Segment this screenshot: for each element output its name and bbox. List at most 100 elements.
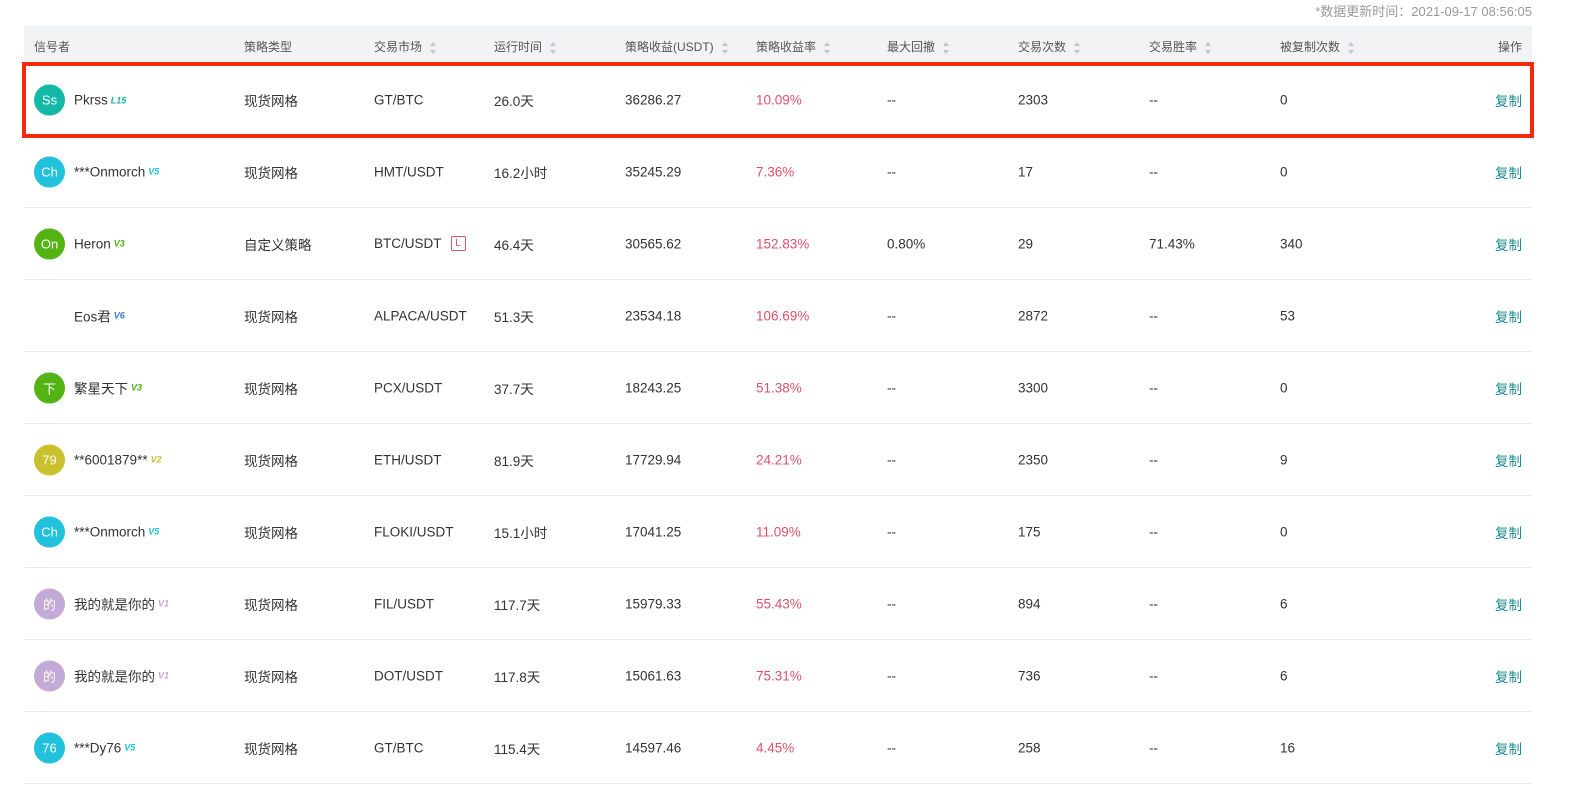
profit-rate: 10.09% [756, 92, 802, 108]
signaler-name[interactable]: 我的就是你的 [74, 594, 155, 614]
header-copied-label: 被复制次数 [1280, 40, 1341, 54]
header-trades[interactable]: 交易次数 [1018, 38, 1081, 55]
market: GT/BTC [374, 92, 424, 108]
profit: 30565.62 [625, 236, 682, 251]
copy-button[interactable]: 复制 [1495, 738, 1522, 758]
sort-icon[interactable] [550, 41, 557, 54]
signaler-name[interactable]: ***Dy76 [74, 740, 121, 755]
signaler-cell: 76 ***Dy76 V5 [34, 732, 135, 763]
strategy-type: 现货网格 [244, 669, 298, 685]
win-rate: -- [1149, 164, 1158, 179]
header-action: 操作 [1497, 40, 1522, 54]
signaler-cell: Ch ***Onmorch V5 [34, 156, 159, 187]
win-rate: -- [1149, 92, 1158, 108]
profit: 18243.25 [625, 380, 682, 395]
signaler-name[interactable]: **6001879** [74, 452, 148, 467]
signaler-name[interactable]: Pkrss [74, 93, 108, 108]
copy-button[interactable]: 复制 [1495, 666, 1522, 686]
strategy-type: 现货网格 [244, 94, 298, 109]
copied-count: 9 [1280, 452, 1288, 467]
table-row[interactable]: 的 我的就是你的 V1 现货网格 DOT/USDT 117.8天 15061.6… [24, 640, 1532, 712]
sort-icon[interactable] [721, 41, 729, 54]
leverage-tag: L [450, 236, 466, 252]
copy-button[interactable]: 复制 [1495, 162, 1522, 182]
sort-icon[interactable] [943, 41, 950, 54]
avatar[interactable]: Ch [34, 156, 65, 187]
header-copied[interactable]: 被复制次数 [1280, 38, 1355, 55]
avatar[interactable]: On [34, 228, 65, 259]
copy-button[interactable]: 复制 [1495, 234, 1522, 254]
copied-count: 53 [1280, 308, 1296, 323]
copy-button[interactable]: 复制 [1495, 378, 1522, 398]
table-row[interactable]: 下 繁星天下 V3 现货网格 PCX/USDT 37.7天 18243.25 5… [24, 352, 1532, 424]
table-row[interactable]: Eos君 V6 现货网格 ALPACA/USDT 51.3天 23534.18 … [24, 280, 1532, 352]
avatar[interactable]: 79 [34, 444, 65, 475]
profit: 35245.29 [625, 164, 682, 179]
header-runtime[interactable]: 运行时间 [494, 38, 557, 55]
header-winrate[interactable]: 交易胜率 [1149, 38, 1212, 55]
header-profit[interactable]: 策略收益(USDT) [625, 38, 729, 55]
runtime: 81.9天 [494, 453, 534, 469]
sort-icon[interactable] [824, 41, 831, 54]
avatar[interactable]: 的 [34, 660, 65, 691]
sort-icon[interactable] [1074, 41, 1081, 54]
market: DOT/USDT [374, 668, 443, 683]
trade-count: 2350 [1018, 452, 1049, 467]
copy-button[interactable]: 复制 [1495, 306, 1522, 326]
header-profit-label: 策略收益(USDT) [625, 40, 714, 54]
level-badge-icon: V1 [158, 670, 170, 681]
max-drawdown: -- [887, 452, 896, 467]
profit-rate: 152.83% [756, 236, 810, 251]
table-row[interactable]: 79 **6001879** V2 现货网格 ETH/USDT 81.9天 17… [24, 424, 1532, 496]
signaler-name[interactable]: 繁星天下 [74, 378, 128, 398]
table-row[interactable]: On Heron V3 自定义策略 BTC/USDT L 46.4天 30565.… [24, 208, 1532, 280]
avatar[interactable]: 的 [34, 588, 65, 619]
header-winrate-label: 交易胜率 [1149, 40, 1198, 54]
table-row[interactable]: 76 ***Dy76 V5 现货网格 GT/BTC 115.4天 14597.4… [24, 712, 1532, 784]
avatar[interactable]: Ss [34, 84, 65, 116]
max-drawdown: -- [887, 740, 896, 755]
market-cell: BTC/USDT L [374, 236, 466, 252]
runtime: 115.4天 [494, 741, 541, 757]
table-row[interactable]: Ch ***Onmorch V5 现货网格 FLOKI/USDT 15.1小时 … [24, 496, 1532, 568]
copy-button[interactable]: 复制 [1495, 522, 1522, 542]
signaler-name[interactable]: ***Onmorch [74, 524, 145, 539]
table-row[interactable]: Ch ***Onmorch V5 现货网格 HMT/USDT 16.2小时 35… [24, 136, 1532, 208]
signaler-name[interactable]: 我的就是你的 [74, 666, 155, 686]
trade-count: 29 [1018, 236, 1034, 251]
avatar[interactable]: Ch [34, 516, 65, 547]
market-cell: HMT/USDT [374, 164, 444, 179]
runtime: 117.7天 [494, 597, 541, 613]
level-badge-icon: V5 [148, 166, 160, 177]
table-row[interactable]: 的 我的就是你的 V1 现货网格 FIL/USDT 117.7天 15979.3… [24, 568, 1532, 640]
runtime: 51.3天 [494, 309, 534, 325]
runtime: 26.0天 [494, 94, 534, 109]
sort-icon[interactable] [1205, 41, 1212, 54]
strategy-type: 现货网格 [244, 309, 298, 325]
header-rate[interactable]: 策略收益率 [756, 38, 831, 55]
runtime: 15.1小时 [494, 525, 548, 541]
market-cell: GT/BTC [374, 740, 424, 755]
avatar[interactable]: 下 [34, 372, 65, 403]
header-drawdown[interactable]: 最大回撤 [887, 38, 950, 55]
level-badge-icon: L15 [110, 95, 127, 105]
avatar[interactable]: 76 [34, 732, 65, 763]
trade-count: 2872 [1018, 308, 1049, 323]
market-cell: ETH/USDT [374, 452, 442, 467]
table-row[interactable]: Ss Pkrss L15 现货网格 GT/BTC 26.0天 36286.27 … [22, 62, 1534, 138]
copy-button[interactable]: 复制 [1495, 90, 1522, 110]
max-drawdown: -- [887, 524, 896, 539]
profit: 14597.46 [625, 740, 682, 755]
market-cell: DOT/USDT [374, 668, 443, 683]
table-body: Ss Pkrss L15 现货网格 GT/BTC 26.0天 36286.27 … [22, 62, 1534, 784]
signaler-name[interactable]: Heron [74, 236, 111, 251]
header-market[interactable]: 交易市场 [374, 38, 437, 55]
win-rate: -- [1149, 524, 1158, 539]
sort-icon[interactable] [430, 41, 437, 54]
signaler-name[interactable]: Eos君 [74, 306, 111, 326]
sort-icon[interactable] [1348, 41, 1355, 54]
signaler-name[interactable]: ***Onmorch [74, 164, 145, 179]
copy-button[interactable]: 复制 [1495, 450, 1522, 470]
copy-button[interactable]: 复制 [1495, 594, 1522, 614]
header-runtime-label: 运行时间 [494, 40, 543, 54]
